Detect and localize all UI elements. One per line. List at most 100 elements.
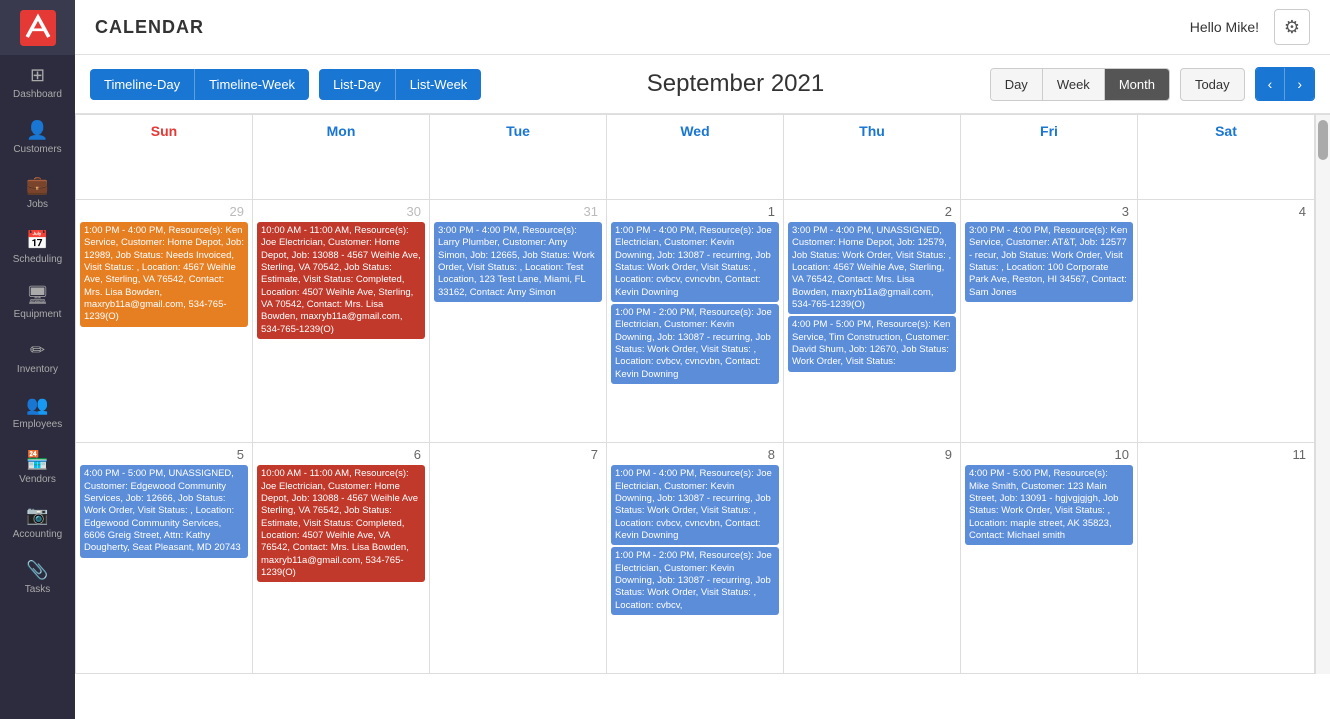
header: CALENDAR Hello Mike! ⚙ [75, 0, 1330, 55]
logo[interactable] [0, 0, 75, 55]
sidebar-label-jobs: Jobs [27, 199, 48, 210]
event[interactable]: 1:00 PM - 2:00 PM, Resource(s): Joe Elec… [611, 304, 779, 384]
day-num: 3 [965, 204, 1133, 219]
event[interactable]: 4:00 PM - 5:00 PM, Resource(s): Mike Smi… [965, 465, 1133, 545]
event[interactable]: 10:00 AM - 11:00 AM, Resource(s): Joe El… [257, 222, 425, 339]
sidebar: ⊞ Dashboard 👤 Customers 💼 Jobs 📅 Schedul… [0, 0, 75, 719]
toolbar: Timeline-Day Timeline-Week List-Day List… [75, 55, 1330, 114]
event[interactable]: 1:00 PM - 2:00 PM, Resource(s): Joe Elec… [611, 547, 779, 615]
sidebar-item-tasks[interactable]: 📎 Tasks [0, 550, 75, 605]
header-right: Hello Mike! ⚙ [1190, 9, 1310, 45]
calendar-outer: Sun Mon Tue Wed Thu Fri Sat 29 1:00 PM -… [75, 114, 1330, 674]
day-header-sun: Sun [76, 115, 253, 200]
event[interactable]: 1:00 PM - 4:00 PM, Resource(s): Joe Elec… [611, 465, 779, 545]
sidebar-label-employees: Employees [13, 419, 62, 430]
event[interactable]: 3:00 PM - 4:00 PM, UNASSIGNED, Customer:… [788, 222, 956, 314]
timeline-button-group: Timeline-Day Timeline-Week [90, 69, 309, 100]
day-num: 29 [80, 204, 248, 219]
main-content: CALENDAR Hello Mike! ⚙ Timeline-Day Time… [75, 0, 1330, 719]
sidebar-item-jobs[interactable]: 💼 Jobs [0, 165, 75, 220]
scrollbar[interactable] [1315, 114, 1330, 674]
event[interactable]: 10:00 AM - 11:00 AM, Resource(s): Joe El… [257, 465, 425, 582]
view-month-button[interactable]: Month [1105, 69, 1169, 100]
page-title: CALENDAR [95, 17, 204, 38]
sidebar-item-customers[interactable]: 👤 Customers [0, 110, 75, 165]
sidebar-item-inventory[interactable]: ✏ Inventory [0, 330, 75, 385]
day-num: 30 [257, 204, 425, 219]
day-cell-1[interactable]: 1 1:00 PM - 4:00 PM, Resource(s): Joe El… [607, 200, 784, 443]
sidebar-label-tasks: Tasks [25, 584, 51, 595]
event[interactable]: 1:00 PM - 4:00 PM, Resource(s): Joe Elec… [611, 222, 779, 302]
equipment-icon: 🖥 [26, 285, 49, 306]
scheduling-icon: 📅 [26, 230, 48, 251]
view-day-button[interactable]: Day [991, 69, 1043, 100]
calendar: Sun Mon Tue Wed Thu Fri Sat 29 1:00 PM -… [75, 114, 1330, 719]
day-cell-5[interactable]: 5 4:00 PM - 5:00 PM, UNASSIGNED, Custome… [76, 443, 253, 674]
day-cell-6[interactable]: 6 10:00 AM - 11:00 AM, Resource(s): Joe … [253, 443, 430, 674]
nav-button-group: ‹ › [1255, 67, 1315, 101]
employees-icon: 👥 [26, 395, 48, 416]
vendors-icon: 🏪 [26, 450, 48, 471]
timeline-week-button[interactable]: Timeline-Week [195, 69, 309, 100]
sidebar-item-accounting[interactable]: 📷 Accounting [0, 495, 75, 550]
sidebar-label-scheduling: Scheduling [13, 254, 62, 265]
event[interactable]: 3:00 PM - 4:00 PM, Resource(s): Larry Pl… [434, 222, 602, 302]
day-cell-11[interactable]: 11 [1138, 443, 1315, 674]
event[interactable]: 4:00 PM - 5:00 PM, Resource(s): Ken Serv… [788, 316, 956, 371]
timeline-day-button[interactable]: Timeline-Day [90, 69, 195, 100]
accounting-icon: 📷 [26, 505, 48, 526]
day-num: 7 [434, 447, 602, 462]
sidebar-item-employees[interactable]: 👥 Employees [0, 385, 75, 440]
day-cell-4[interactable]: 4 [1138, 200, 1315, 443]
sidebar-label-inventory: Inventory [17, 364, 58, 375]
day-header-tue: Tue [430, 115, 607, 200]
day-cell-7[interactable]: 7 [430, 443, 607, 674]
event[interactable]: 3:00 PM - 4:00 PM, Resource(s): Ken Serv… [965, 222, 1133, 302]
day-cell-3[interactable]: 3 3:00 PM - 4:00 PM, Resource(s): Ken Se… [961, 200, 1138, 443]
event[interactable]: 1:00 PM - 4:00 PM, Resource(s): Ken Serv… [80, 222, 248, 327]
day-header-mon: Mon [253, 115, 430, 200]
day-num: 11 [1142, 447, 1310, 462]
calendar-main: Sun Mon Tue Wed Thu Fri Sat 29 1:00 PM -… [75, 114, 1315, 674]
settings-button[interactable]: ⚙ [1274, 9, 1310, 45]
list-week-button[interactable]: List-Week [396, 69, 482, 100]
tasks-icon: 📎 [26, 560, 48, 581]
sidebar-label-vendors: Vendors [19, 474, 56, 485]
view-button-group: Day Week Month [990, 68, 1170, 101]
view-week-button[interactable]: Week [1043, 69, 1105, 100]
calendar-grid: Sun Mon Tue Wed Thu Fri Sat 29 1:00 PM -… [75, 114, 1315, 674]
day-cell-8[interactable]: 8 1:00 PM - 4:00 PM, Resource(s): Joe El… [607, 443, 784, 674]
event[interactable]: 4:00 PM - 5:00 PM, UNASSIGNED, Customer:… [80, 465, 248, 557]
sidebar-item-equipment[interactable]: 🖥 Equipment [0, 275, 75, 330]
day-cell-31[interactable]: 31 3:00 PM - 4:00 PM, Resource(s): Larry… [430, 200, 607, 443]
day-num: 6 [257, 447, 425, 462]
jobs-icon: 💼 [26, 175, 48, 196]
sidebar-label-dashboard: Dashboard [13, 89, 62, 100]
next-button[interactable]: › [1285, 68, 1314, 100]
day-num: 4 [1142, 204, 1310, 219]
day-cell-9[interactable]: 9 [784, 443, 961, 674]
greeting: Hello Mike! [1190, 19, 1259, 35]
day-num: 5 [80, 447, 248, 462]
day-header-sat: Sat [1138, 115, 1315, 200]
day-cell-10[interactable]: 10 4:00 PM - 5:00 PM, Resource(s): Mike … [961, 443, 1138, 674]
list-day-button[interactable]: List-Day [319, 69, 396, 100]
sidebar-item-scheduling[interactable]: 📅 Scheduling [0, 220, 75, 275]
day-num: 1 [611, 204, 779, 219]
sidebar-item-dashboard[interactable]: ⊞ Dashboard [0, 55, 75, 110]
sidebar-item-vendors[interactable]: 🏪 Vendors [0, 440, 75, 495]
sidebar-label-customers: Customers [13, 144, 61, 155]
day-cell-30[interactable]: 30 10:00 AM - 11:00 AM, Resource(s): Joe… [253, 200, 430, 443]
day-num: 8 [611, 447, 779, 462]
prev-button[interactable]: ‹ [1256, 68, 1286, 100]
customers-icon: 👤 [26, 120, 48, 141]
day-num: 2 [788, 204, 956, 219]
day-num: 9 [788, 447, 956, 462]
day-cell-2[interactable]: 2 3:00 PM - 4:00 PM, UNASSIGNED, Custome… [784, 200, 961, 443]
inventory-icon: ✏ [30, 340, 45, 361]
day-header-fri: Fri [961, 115, 1138, 200]
day-cell-29[interactable]: 29 1:00 PM - 4:00 PM, Resource(s): Ken S… [76, 200, 253, 443]
today-button[interactable]: Today [1180, 68, 1245, 101]
sidebar-label-accounting: Accounting [13, 529, 62, 540]
scrollbar-thumb[interactable] [1318, 120, 1328, 160]
